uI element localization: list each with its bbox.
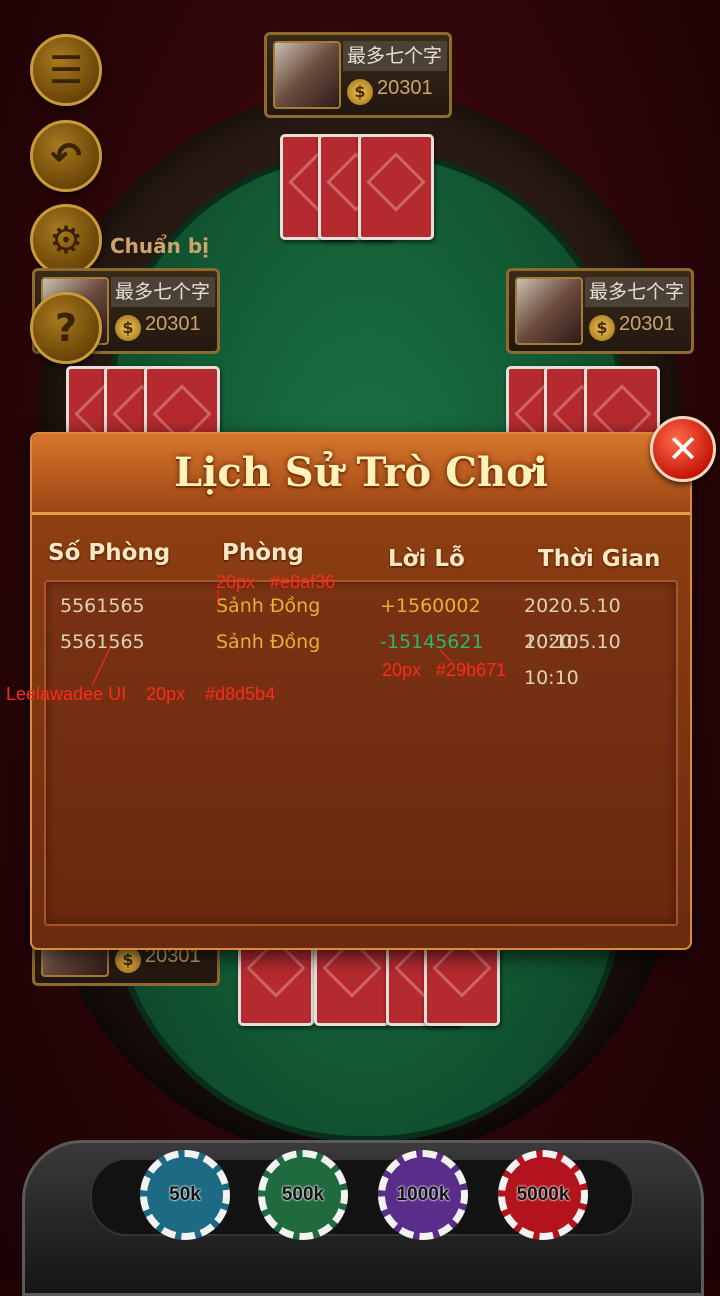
- chip-label: 500k: [275, 1167, 331, 1223]
- column-header-profit-loss: Lời Lỗ: [388, 546, 465, 572]
- coin-icon: $: [115, 315, 141, 341]
- coin-icon: $: [115, 947, 141, 973]
- chip-label: 1000k: [395, 1167, 451, 1223]
- player-money: 20301: [377, 77, 433, 99]
- avatar[interactable]: [273, 41, 341, 109]
- chip-50k[interactable]: 50k: [140, 1150, 230, 1240]
- close-button[interactable]: ✕: [650, 416, 716, 482]
- player-name: 最多七个字: [343, 41, 447, 71]
- avatar[interactable]: [515, 277, 583, 345]
- back-button[interactable]: ↶: [30, 120, 102, 192]
- card-back: [358, 134, 434, 240]
- annotation-profit-spec: 20px #29b671: [382, 660, 507, 680]
- annotation-name-spec: 20px #e8af36: [216, 572, 336, 592]
- history-list[interactable]: 5561565 Sảnh Đồng +1560002 2020.5.10 10:…: [44, 580, 678, 926]
- list-item[interactable]: 5561565 Sảnh Đồng -15145621 2020.5.10 10…: [46, 624, 676, 689]
- chip-500k[interactable]: 500k: [258, 1150, 348, 1240]
- menu-button[interactable]: ☰: [30, 34, 102, 106]
- right-player-panel: 最多七个字 $ 20301: [506, 268, 694, 354]
- room-name: Sảnh Đồng: [216, 631, 321, 653]
- top-player-panel: 最多七个字 $ 20301: [264, 32, 452, 118]
- room-number: 5561565: [60, 631, 145, 653]
- player-name: 最多七个字: [585, 277, 689, 307]
- room-number: 5561565: [60, 595, 145, 617]
- room-name: Sảnh Đồng: [216, 595, 321, 617]
- column-header-room: Phòng: [222, 540, 304, 566]
- profit-loss: -15145621: [380, 631, 484, 653]
- chip-label: 50k: [157, 1167, 213, 1223]
- settings-button[interactable]: ⚙: [30, 204, 102, 276]
- chip-label: 5000k: [515, 1167, 571, 1223]
- gear-icon: ⚙: [48, 218, 84, 262]
- coin-icon: $: [347, 79, 373, 105]
- profit-loss: +1560002: [380, 595, 481, 617]
- ready-status: Chuẩn bị: [110, 234, 210, 258]
- menu-icon: ☰: [48, 48, 84, 92]
- modal-title: Lịch Sử Trò Chơi: [174, 449, 548, 496]
- close-icon: ✕: [667, 427, 699, 471]
- chip-1000k[interactable]: 1000k: [378, 1150, 468, 1240]
- player-name: 最多七个字: [111, 277, 215, 307]
- list-item[interactable]: 5561565 Sảnh Đồng +1560002 2020.5.10 10:…: [46, 588, 676, 653]
- column-header-room-number: Số Phòng: [48, 540, 171, 566]
- chip-5000k[interactable]: 5000k: [498, 1150, 588, 1240]
- player-money: 20301: [145, 313, 201, 335]
- help-button[interactable]: ?: [30, 292, 102, 364]
- time: 2020.5.10 10:10: [524, 631, 621, 689]
- column-header-time: Thời Gian: [538, 546, 661, 572]
- player-money: 20301: [619, 313, 675, 335]
- annotation-room-spec: Leelawadee UI 20px #d8d5b4: [6, 684, 276, 704]
- back-arrow-icon: ↶: [50, 134, 82, 178]
- coin-icon: $: [589, 315, 615, 341]
- question-icon: ?: [54, 306, 78, 350]
